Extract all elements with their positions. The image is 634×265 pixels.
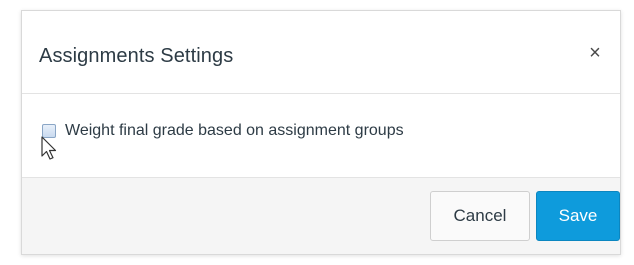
weight-final-grade-option[interactable]: Weight final grade based on assignment g… (42, 122, 404, 140)
save-button[interactable]: Save (536, 191, 620, 241)
assignments-settings-dialog: Assignments Settings × Weight final grad… (21, 10, 621, 255)
dialog-header: Assignments Settings × (22, 11, 620, 94)
close-icon[interactable]: × (584, 41, 606, 65)
dialog-title: Assignments Settings (39, 45, 234, 67)
dialog-footer: Cancel Save (22, 177, 620, 254)
cancel-button[interactable]: Cancel (430, 191, 530, 241)
weight-final-grade-label[interactable]: Weight final grade based on assignment g… (65, 122, 404, 140)
dialog-body: Weight final grade based on assignment g… (22, 94, 620, 180)
mouse-pointer-icon (41, 136, 57, 160)
